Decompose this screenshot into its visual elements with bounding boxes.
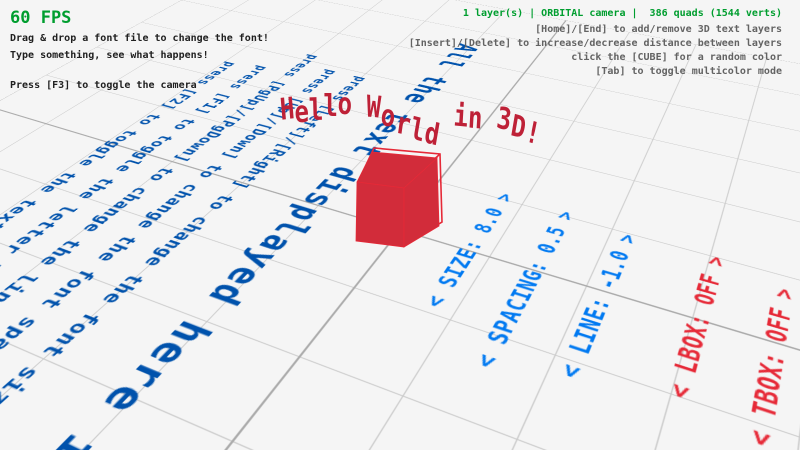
right-help-block: [Home]/[End] to add/remove 3D text layer… [409,23,782,79]
hud-help-line: [Insert]/[Delete] to increase/decrease d… [409,37,782,51]
tip-toggle-camera: Press [F3] to toggle the camera [10,80,197,91]
status-line: 1 layer(s) | ORBITAL camera | 386 quads … [463,8,782,19]
fps-counter: 60 FPS [10,8,71,28]
tip-drag-drop: Drag & drop a font file to change the fo… [10,33,269,44]
tip-type-something: Type something, see what happens! [10,50,209,61]
hud-help-line: click the [CUBE] for a random color [409,51,782,65]
hud-help-line: [Tab] to toggle multicolor mode [409,65,782,79]
hud-help-line: [Home]/[End] to add/remove 3D text layer… [409,23,782,37]
raylib-text3d-window: All the text displayed here is in 3D pre… [0,0,800,450]
